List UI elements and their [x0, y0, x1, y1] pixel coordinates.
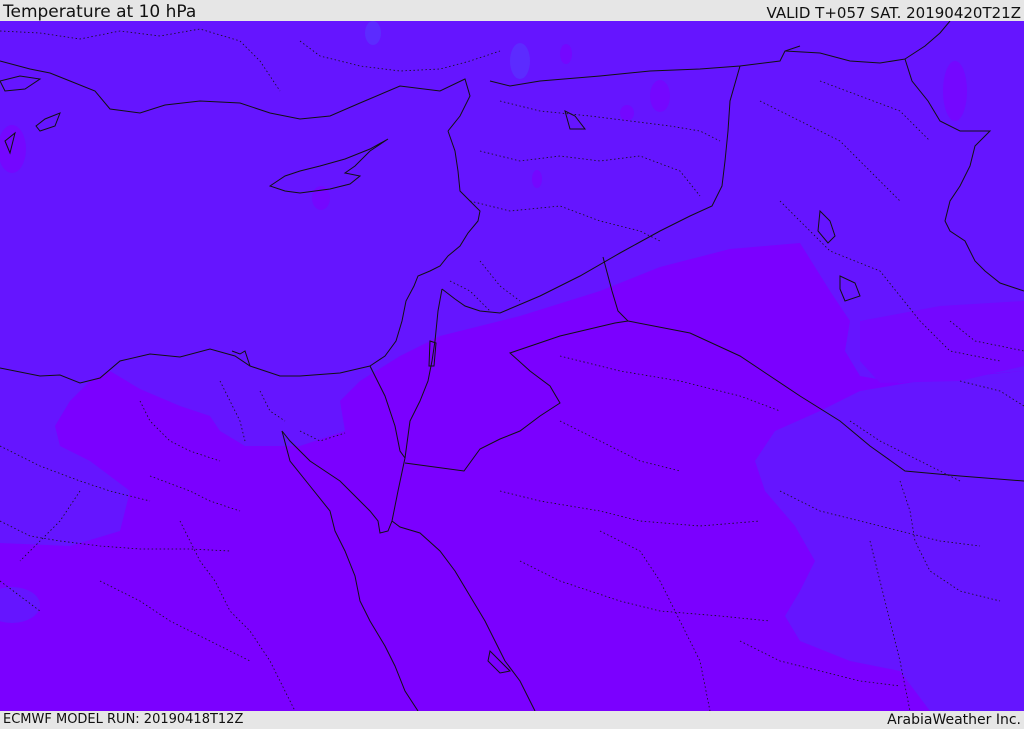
map-footer: ECMWF MODEL RUN: 20190418T12Z ArabiaWeat… — [0, 711, 1024, 729]
map-header: Temperature at 10 hPa VALID T+057 SAT. 2… — [0, 0, 1024, 21]
warm-spot — [650, 80, 670, 112]
warm-spot — [560, 44, 572, 64]
model-run-label: ECMWF MODEL RUN: 20190418T12Z — [3, 712, 244, 727]
cool-spot — [365, 21, 381, 45]
credit-label: ArabiaWeather Inc. — [887, 712, 1021, 728]
weather-map — [0, 21, 1024, 711]
cool-spot — [510, 43, 530, 79]
warm-spot — [620, 105, 634, 121]
warm-spot — [532, 170, 542, 188]
map-title: Temperature at 10 hPa — [3, 2, 197, 22]
warm-spot — [943, 61, 967, 121]
valid-time-label: VALID T+057 SAT. 20190420T21Z — [766, 4, 1021, 22]
